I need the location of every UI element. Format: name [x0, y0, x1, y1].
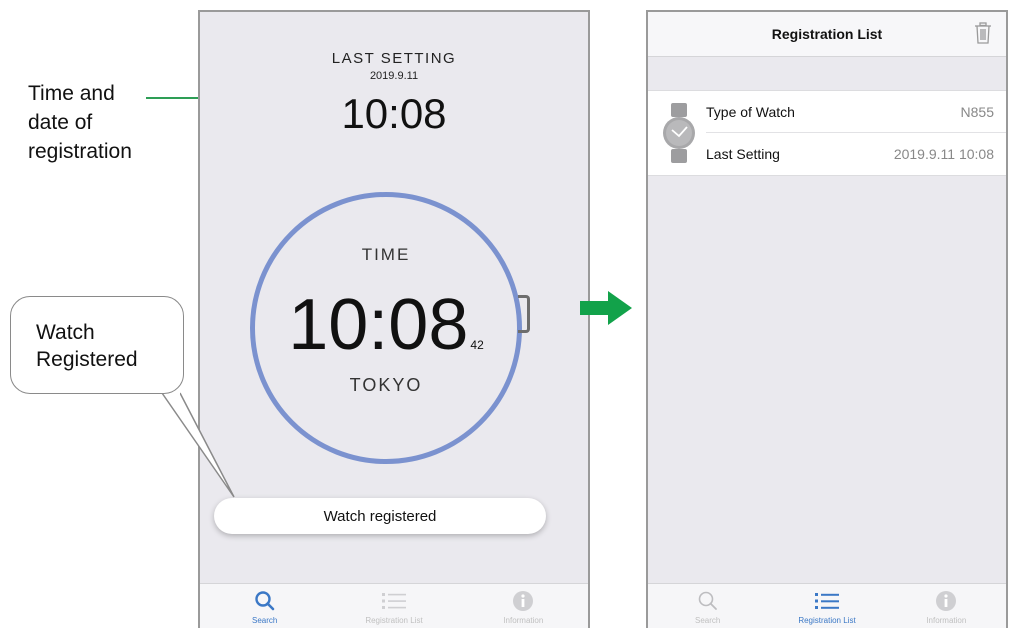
callout-line: registration	[28, 139, 132, 163]
tab-label: Information	[926, 616, 967, 625]
row-label: Type of Watch	[706, 103, 795, 120]
navigation-bar: Registration List	[648, 12, 1006, 57]
list-icon	[381, 593, 406, 609]
watch-crown-icon	[518, 295, 530, 333]
callout-pointer-tail	[161, 391, 235, 498]
tab-registration-list[interactable]: Registration List	[767, 584, 886, 628]
last-setting-time: 10:08	[341, 90, 447, 137]
callout-line: Watch	[36, 321, 95, 344]
callout-line: Time and	[28, 82, 115, 105]
row-last-setting: Last Setting 2019.9.11 10:08	[706, 133, 1006, 175]
tab-label: Information	[503, 616, 544, 625]
callout-watch-registered: Watch Registered	[10, 296, 184, 394]
current-time-hm: 10:08	[288, 285, 469, 365]
tab-search[interactable]: Search	[200, 584, 329, 628]
time-label: TIME	[361, 245, 411, 264]
city-label: TOKYO	[349, 375, 423, 395]
tab-bar: Search Registration List Information	[648, 583, 1006, 628]
search-icon	[254, 591, 274, 611]
tab-bar: Search Registration List Information	[200, 583, 588, 628]
last-setting-date: 2019.9.11	[369, 70, 419, 82]
last-setting-title: LAST SETTING	[331, 50, 457, 67]
tab-label: Registration List	[798, 616, 856, 625]
row-type-of-watch: Type of Watch N855	[706, 91, 1006, 133]
tab-information[interactable]: Information	[887, 584, 1006, 628]
arrow-right-icon	[580, 291, 632, 325]
watch-icon	[663, 103, 695, 163]
row-value: 2019.9.11 10:08	[893, 146, 994, 162]
trash-icon[interactable]	[974, 22, 992, 44]
info-icon	[513, 591, 534, 611]
registered-watch-item[interactable]: Type of Watch N855 Last Setting 2019.9.1…	[648, 90, 1006, 176]
tab-label: Search	[694, 616, 721, 625]
page-title: Registration List	[771, 26, 883, 42]
watch-dial-ring: TIME 10:08 42 TOKYO	[250, 192, 522, 464]
left-phone-screen: LAST SETTING 2019.9.11 10:08 TIME 10:08 4…	[198, 10, 590, 628]
tab-registration-list[interactable]: Registration List	[329, 584, 458, 628]
current-time-seconds: 42	[470, 338, 484, 352]
callout-line: date of	[28, 110, 93, 134]
tab-information[interactable]: Information	[459, 584, 588, 628]
callout-time-date-label: Time and date of registration	[28, 80, 188, 167]
search-icon	[698, 591, 717, 610]
tab-label: Search	[251, 616, 278, 625]
row-label: Last Setting	[706, 146, 780, 162]
tab-label: Registration List	[365, 616, 423, 625]
row-value: N855	[960, 103, 994, 120]
right-phone-screen: Registration List Type of Watch N855 Las…	[646, 10, 1008, 628]
callout-line: Registered	[36, 348, 138, 372]
info-icon	[936, 591, 957, 611]
list-icon	[814, 593, 839, 609]
current-time: 10:08 42	[255, 289, 517, 361]
tab-search[interactable]: Search	[648, 584, 767, 628]
watch-registered-button[interactable]: Watch registered	[214, 498, 546, 534]
